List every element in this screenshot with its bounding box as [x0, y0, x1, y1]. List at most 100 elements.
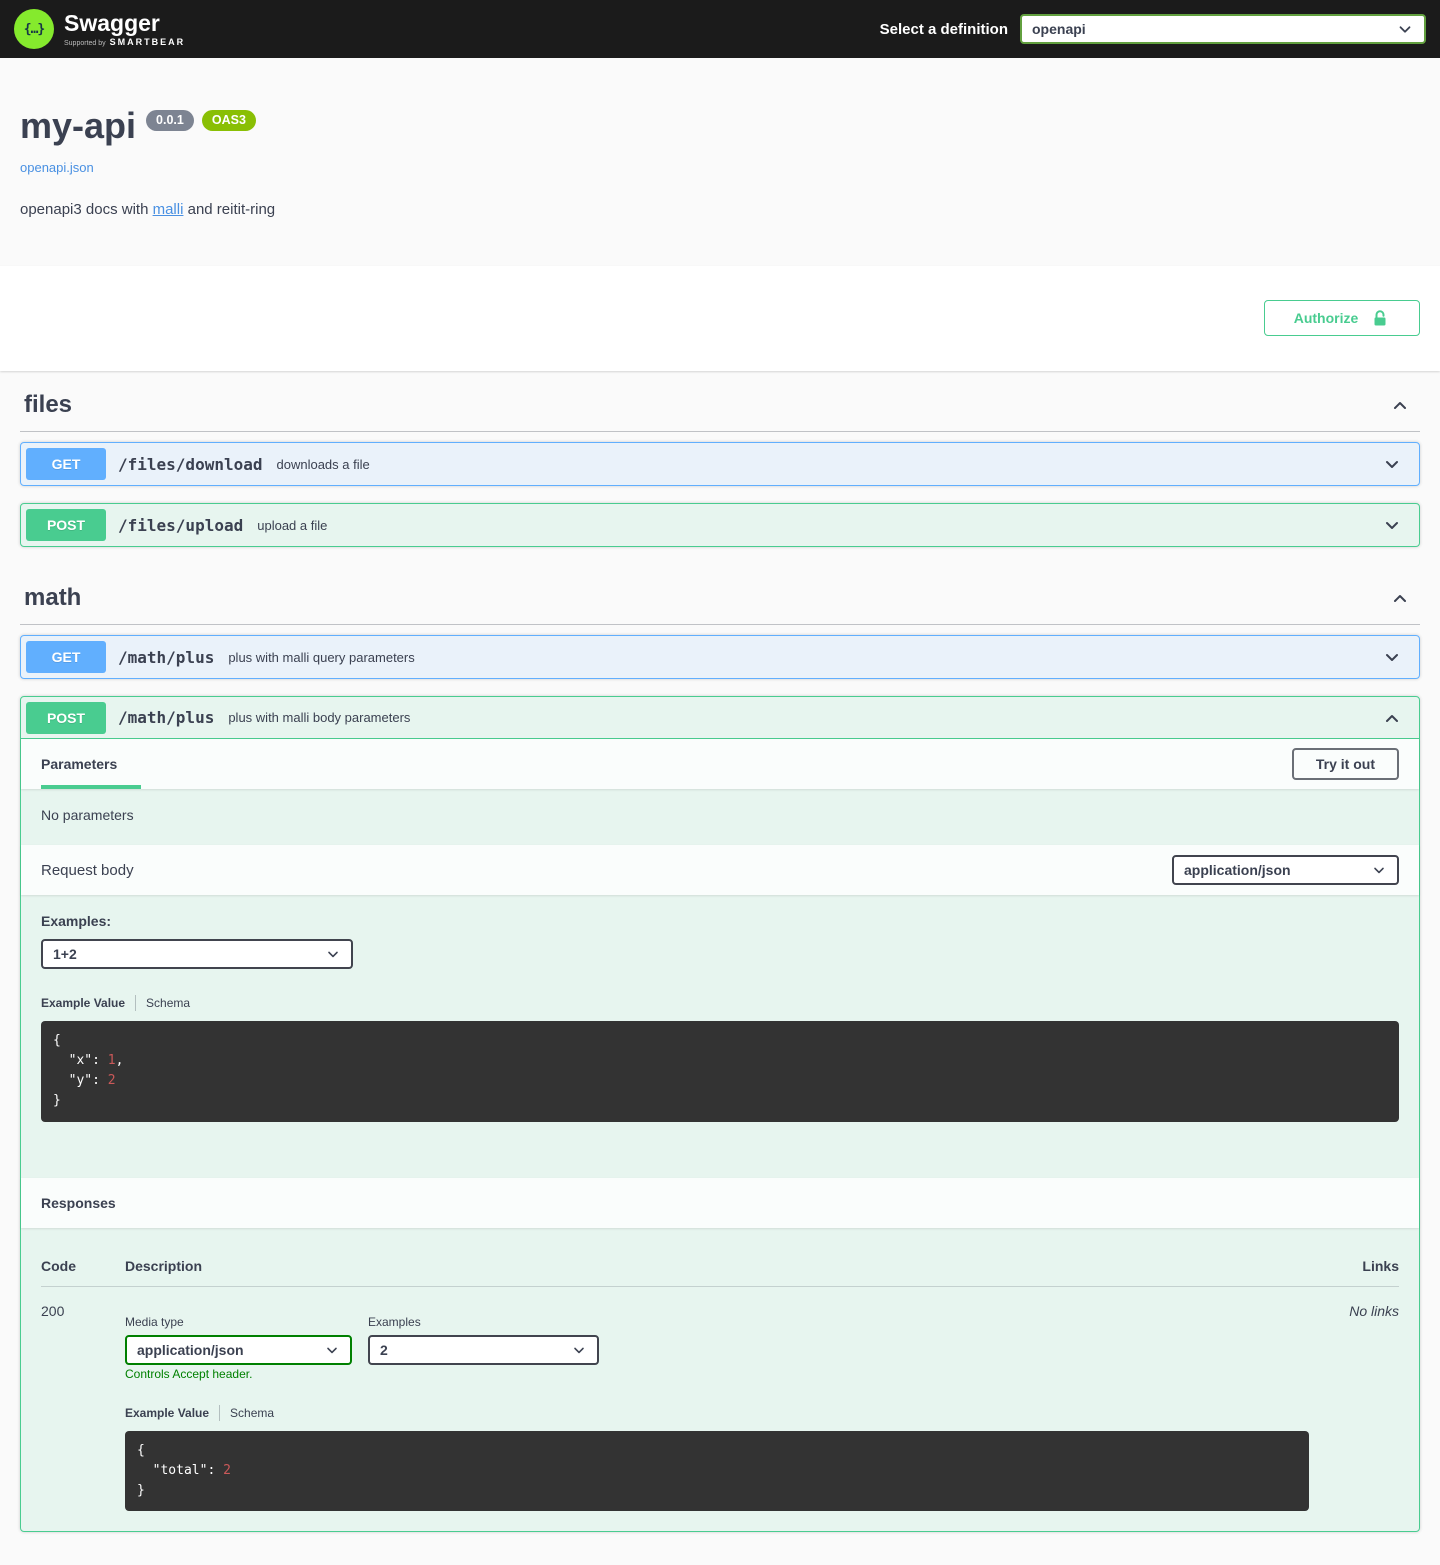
- swagger-wordmark: Swagger Supported by SMARTBEAR: [64, 12, 185, 47]
- swagger-logo[interactable]: {…} Swagger Supported by SMARTBEAR: [14, 9, 185, 49]
- smartbear-label: SMARTBEAR: [110, 38, 186, 47]
- tab-divider: [135, 995, 136, 1011]
- code-column-header: Code: [41, 1258, 125, 1274]
- response-example-select[interactable]: 2: [368, 1335, 599, 1365]
- response-code: 200: [41, 1301, 125, 1511]
- op-summary[interactable]: GET /files/download downloads a file: [21, 443, 1419, 485]
- chevron-down-icon[interactable]: [1382, 647, 1402, 667]
- response-examples-label: Examples: [368, 1315, 599, 1329]
- tab-schema[interactable]: Schema: [230, 1406, 274, 1420]
- request-content-type-select[interactable]: application/json: [1172, 855, 1399, 885]
- chevron-up-icon[interactable]: [1382, 708, 1402, 728]
- scheme-container: Authorize: [0, 266, 1440, 371]
- tab-example-value[interactable]: Example Value: [125, 1406, 209, 1420]
- chevron-down-icon: [325, 946, 341, 962]
- op-path: /files/download: [106, 455, 273, 474]
- parameters-section-header: Parameters Try it out: [21, 739, 1419, 789]
- op-summary[interactable]: GET /math/plus plus with malli query par…: [21, 636, 1419, 678]
- description-text-suffix: and reitit-ring: [183, 201, 275, 218]
- tab-example-value[interactable]: Example Value: [41, 996, 125, 1010]
- malli-link[interactable]: malli: [153, 201, 184, 218]
- opblock-post-math-plus: POST /math/plus plus with malli body par…: [20, 696, 1420, 1532]
- op-summary-description: plus with malli query parameters: [224, 650, 1370, 665]
- links-column-header: Links: [1309, 1258, 1399, 1274]
- page-title: my-api: [20, 108, 136, 144]
- description-text: openapi3 docs with: [20, 201, 153, 218]
- tag-title-math: math: [24, 584, 81, 612]
- model-example-tabs: Example Value Schema: [41, 995, 1399, 1011]
- oas3-badge: OAS3: [202, 110, 256, 131]
- operations-wrapper: files GET /files/download downloads a fi…: [0, 371, 1440, 1565]
- op-summary[interactable]: POST /math/plus plus with malli body par…: [21, 697, 1419, 739]
- request-body-label: Request body: [41, 862, 134, 879]
- method-badge-get: GET: [26, 641, 106, 673]
- chevron-up-icon[interactable]: [1390, 395, 1410, 415]
- tab-parameters[interactable]: Parameters: [41, 756, 117, 772]
- responses-table-header: Code Description Links: [41, 1258, 1399, 1287]
- opblock-get-files-download: GET /files/download downloads a file: [20, 442, 1420, 486]
- description-column-header: Description: [125, 1258, 1309, 1274]
- op-summary[interactable]: POST /files/upload upload a file: [21, 504, 1419, 546]
- request-body-content: Examples: 1+2 Example Value Schema { "x"…: [21, 895, 1419, 1178]
- chevron-down-icon: [1396, 20, 1414, 38]
- tab-divider: [219, 1405, 220, 1421]
- chevron-down-icon[interactable]: [1382, 515, 1402, 535]
- method-badge-get: GET: [26, 448, 106, 480]
- controls-accept-header-text: Controls Accept header.: [125, 1367, 252, 1381]
- unlocked-padlock-icon: [1370, 308, 1390, 328]
- request-example-code: { "x": 1, "y": 2 }: [41, 1021, 1399, 1122]
- method-badge-post: POST: [26, 702, 106, 734]
- select-definition-label: Select a definition: [880, 21, 1008, 38]
- chevron-up-icon[interactable]: [1390, 588, 1410, 608]
- responses-section-header: Responses: [21, 1178, 1419, 1228]
- active-tab-underline: [41, 785, 141, 789]
- response-media-type-value: application/json: [137, 1342, 244, 1358]
- opblock-post-files-upload: POST /files/upload upload a file: [20, 503, 1420, 547]
- definition-select[interactable]: openapi: [1020, 14, 1426, 44]
- authorize-button[interactable]: Authorize: [1264, 300, 1420, 336]
- definition-select-value: openapi: [1032, 21, 1086, 37]
- op-path: /files/upload: [106, 516, 253, 535]
- opblock-get-math-plus: GET /math/plus plus with malli query par…: [20, 635, 1420, 679]
- tag-title-files: files: [24, 391, 72, 419]
- response-examples-group: Examples 2: [368, 1315, 599, 1383]
- chevron-down-icon: [1371, 862, 1387, 878]
- request-body-section-header: Request body application/json: [21, 845, 1419, 895]
- response-model-example-tabs: Example Value Schema: [125, 1405, 1309, 1421]
- request-example-select[interactable]: 1+2: [41, 939, 353, 969]
- media-type-group: Media type application/json Controls Acc…: [125, 1315, 352, 1383]
- api-info-section: my-api 0.0.1 OAS3 openapi.json openapi3 …: [0, 58, 1440, 266]
- op-summary-description: plus with malli body parameters: [224, 710, 1370, 725]
- response-row-200: 200 Media type application/json Controls…: [41, 1287, 1399, 1511]
- response-example-selected: 2: [380, 1342, 388, 1358]
- request-content-type-value: application/json: [1184, 862, 1291, 878]
- chevron-down-icon: [571, 1342, 587, 1358]
- authorize-label: Authorize: [1294, 310, 1359, 326]
- swagger-logo-text: Swagger: [64, 12, 185, 35]
- response-media-type-select[interactable]: application/json: [125, 1335, 352, 1365]
- tag-section-header-files[interactable]: files: [20, 371, 1420, 432]
- tab-schema[interactable]: Schema: [146, 996, 190, 1010]
- tag-section-header-math[interactable]: math: [20, 564, 1420, 625]
- no-links-text: No links: [1309, 1301, 1399, 1511]
- supported-by-label: Supported by: [64, 40, 106, 47]
- no-parameters-text: No parameters: [21, 789, 1419, 845]
- examples-label: Examples:: [41, 913, 111, 929]
- op-path: /math/plus: [106, 648, 224, 667]
- api-description: openapi3 docs with malli and reitit-ring: [20, 201, 1420, 218]
- responses-content: Code Description Links 200 Media type ap…: [21, 1228, 1419, 1531]
- spec-url-link[interactable]: openapi.json: [20, 160, 94, 175]
- version-badge: 0.0.1: [146, 110, 194, 131]
- try-it-out-button[interactable]: Try it out: [1292, 748, 1399, 780]
- chevron-down-icon: [324, 1342, 340, 1358]
- op-summary-description: downloads a file: [273, 457, 1371, 472]
- op-summary-description: upload a file: [253, 518, 1370, 533]
- media-type-label: Media type: [125, 1315, 352, 1329]
- chevron-down-icon[interactable]: [1382, 454, 1402, 474]
- topbar: {…} Swagger Supported by SMARTBEAR Selec…: [0, 0, 1440, 58]
- request-example-selected: 1+2: [53, 946, 77, 962]
- responses-label: Responses: [41, 1195, 116, 1211]
- method-badge-post: POST: [26, 509, 106, 541]
- swagger-logo-icon: {…}: [14, 9, 54, 49]
- response-description: Media type application/json Controls Acc…: [125, 1301, 1309, 1511]
